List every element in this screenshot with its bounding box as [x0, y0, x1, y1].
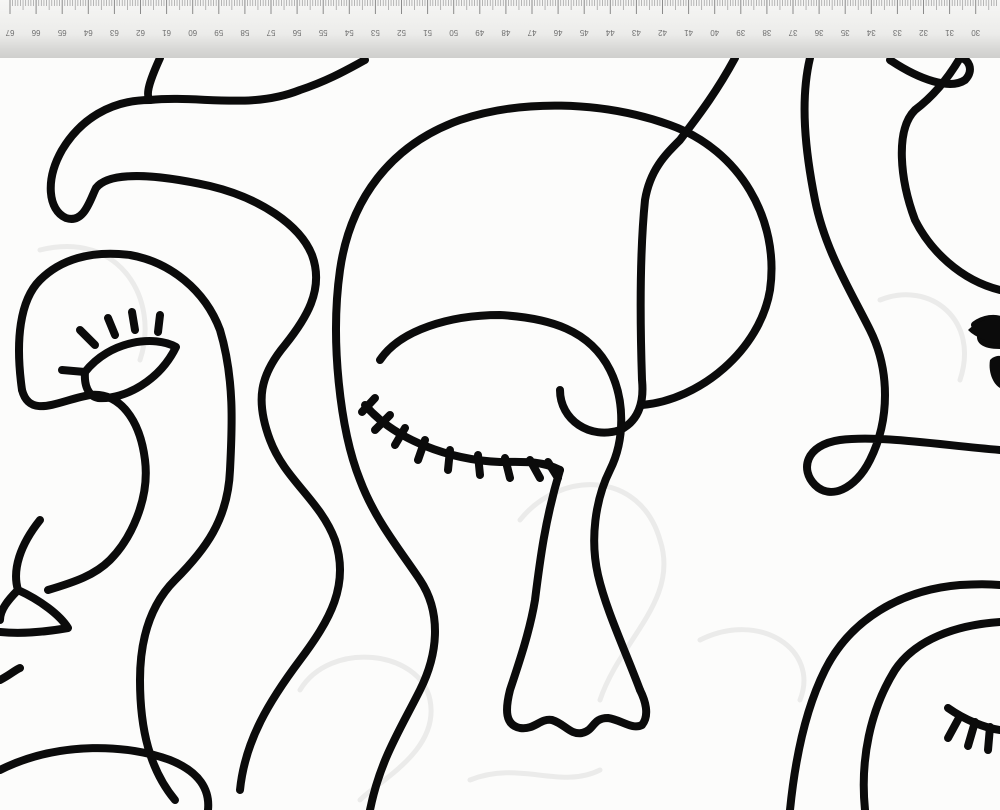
ruler-label: 66 — [31, 28, 40, 37]
left-face-cheek-line — [18, 386, 150, 594]
ruler-label: 57 — [266, 28, 275, 37]
ruler-label: 39 — [736, 28, 745, 37]
ruler-label: 41 — [684, 28, 693, 37]
center-brow-line — [376, 311, 644, 694]
ruler-label: 58 — [240, 28, 249, 37]
ruler-label: 55 — [318, 28, 327, 37]
ruler-label: 52 — [397, 28, 406, 37]
right-face-partial — [886, 58, 1000, 294]
ruler-label: 49 — [475, 28, 484, 37]
ruler-label: 60 — [188, 28, 197, 37]
ruler-label: 36 — [814, 28, 823, 37]
ruler-label: 62 — [136, 28, 145, 37]
ruler-label: 45 — [579, 28, 588, 37]
ruler-label: 53 — [370, 28, 379, 37]
ghost-print-lines — [37, 244, 967, 803]
ruler-label: 43 — [631, 28, 640, 37]
ink-lines — [0, 58, 1000, 810]
ruler-label: 40 — [710, 28, 719, 37]
ruler-label: 47 — [527, 28, 536, 37]
ruler-label: 42 — [658, 28, 667, 37]
ruler-label: 56 — [292, 28, 301, 37]
ruler-label: 30 — [971, 28, 980, 37]
ruler-label: 34 — [866, 28, 875, 37]
ruler-label: 33 — [892, 28, 901, 37]
ruler-label: 64 — [83, 28, 92, 37]
center-head-contour — [332, 101, 776, 810]
left-hair-hook-line — [46, 96, 345, 794]
ruler-label: 46 — [553, 28, 562, 37]
right-chin-fill — [989, 355, 1000, 388]
ruler-label: 50 — [449, 28, 458, 37]
ruler-label: 63 — [109, 28, 118, 37]
bottom-right-head-outline — [786, 580, 1000, 810]
ruler-label: 67 — [5, 28, 14, 37]
ruler-label: 54 — [344, 28, 353, 37]
left-chin-line — [0, 664, 24, 684]
ruler-label: 35 — [840, 28, 849, 37]
ruler-label: 32 — [919, 28, 928, 37]
ruler-label: 44 — [605, 28, 614, 37]
ruler-label: 37 — [788, 28, 797, 37]
left-face-profile-line — [15, 249, 236, 804]
ruler-label: 31 — [945, 28, 954, 37]
fabric-print — [0, 58, 1000, 810]
ruler-label: 38 — [762, 28, 771, 37]
ruler-label: 61 — [162, 28, 171, 37]
ruler-label: 65 — [57, 28, 66, 37]
left-eye-outline — [80, 337, 180, 403]
measuring-ruler: 67 66 65 64 63 62 61 60 59 58 57 56 55 54 53 52 51 50 49 48… — [0, 0, 1000, 59]
ruler-label: 59 — [214, 28, 223, 37]
ruler-label: 51 — [423, 28, 432, 37]
line-art-faces — [0, 58, 1000, 810]
left-lips-line — [0, 516, 72, 637]
top-left-curl-line — [144, 58, 369, 105]
ruler-scale: 67 66 65 64 63 62 61 60 59 58 57 56 55 54 53 52 51 50 49 48… — [5, 0, 997, 37]
ruler-label: 48 — [501, 28, 510, 37]
bottom-right-brow-line — [859, 618, 1000, 810]
